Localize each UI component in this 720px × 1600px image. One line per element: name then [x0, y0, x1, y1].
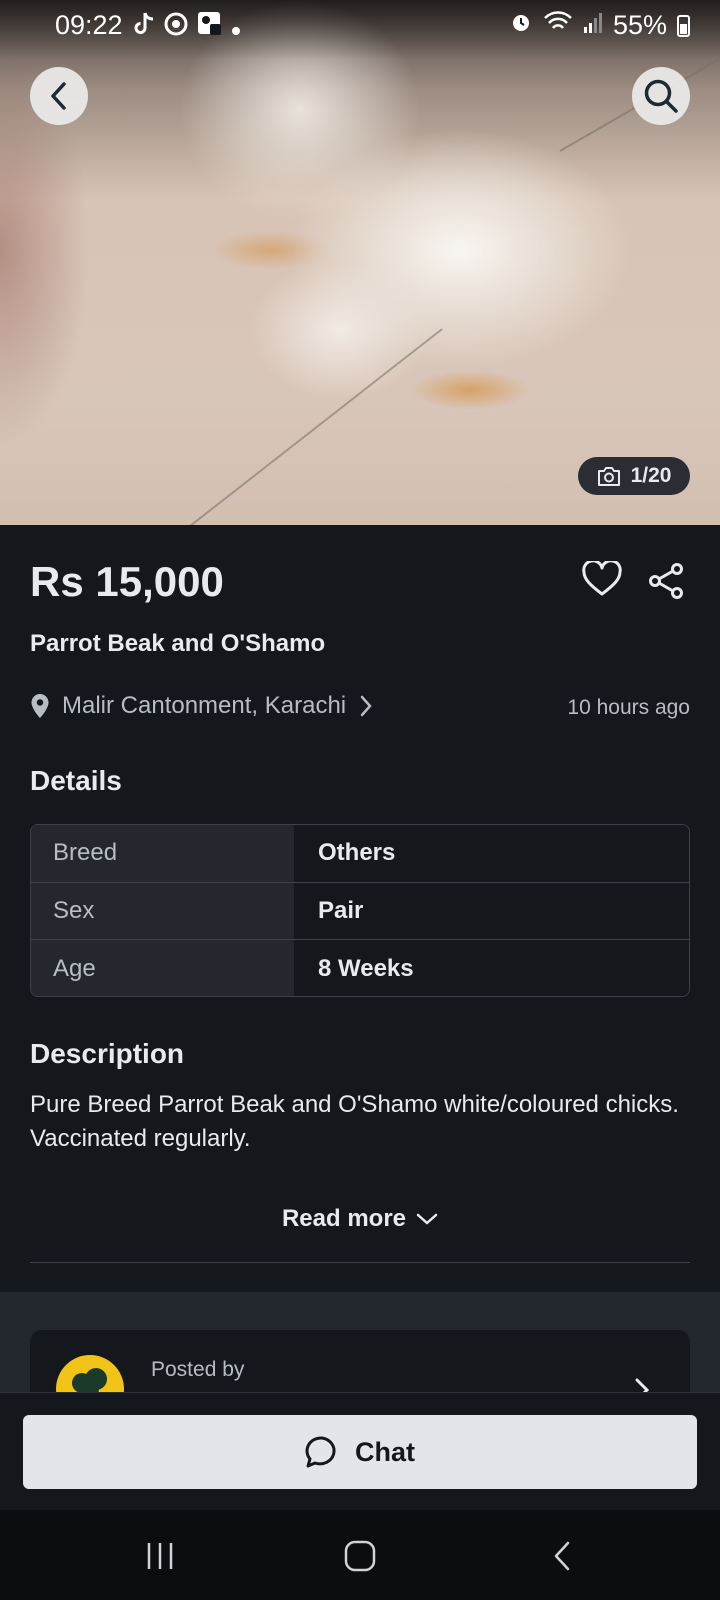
location-link[interactable]: Malir Cantonment, Karachi — [30, 692, 374, 720]
favorite-button[interactable] — [582, 559, 622, 602]
listing-price: Rs 15,000 — [30, 558, 224, 605]
floor-line — [189, 328, 443, 525]
listing-title: Parrot Beak and O'Shamo — [30, 630, 326, 657]
chat-bubble-icon — [305, 1436, 336, 1468]
sync-icon — [163, 11, 189, 44]
details-key: Sex — [31, 882, 294, 940]
details-value: Pair — [294, 882, 689, 940]
search-icon — [644, 79, 678, 113]
seller-card[interactable]: Posted by — [30, 1330, 690, 1400]
photo-counter: 1/20 — [578, 457, 690, 495]
wifi-icon — [543, 10, 573, 41]
nav-back-button[interactable] — [532, 1534, 592, 1578]
chat-button[interactable]: Chat — [23, 1415, 697, 1489]
details-key: Breed — [31, 825, 294, 882]
description-line: Vaccinated regularly. — [30, 1125, 251, 1152]
signal-icon — [583, 10, 603, 41]
chevron-right-icon — [360, 695, 372, 717]
share-icon — [649, 563, 683, 599]
profile-app-icon — [197, 11, 223, 44]
dot-icon — [231, 12, 241, 43]
details-row-breed: Breed Others — [31, 825, 689, 883]
recent-apps-icon — [147, 1543, 173, 1569]
details-key: Age — [31, 940, 294, 996]
status-right: 55% — [509, 10, 690, 41]
description-heading: Description — [30, 1038, 185, 1069]
back-button[interactable] — [30, 67, 88, 125]
posted-by-label: Posted by — [151, 1358, 245, 1381]
camera-icon — [597, 467, 620, 486]
system-nav-bar — [0, 1510, 720, 1600]
location-pin-icon — [31, 694, 49, 718]
chat-button-label: Chat — [355, 1436, 415, 1467]
recent-apps-button[interactable] — [130, 1534, 190, 1578]
read-more-button[interactable]: Read more — [0, 1205, 720, 1233]
description-text: Pure Breed Parrot Beak and O'Shamo white… — [30, 1088, 690, 1156]
share-button[interactable] — [649, 563, 685, 604]
chevron-down-icon — [416, 1213, 438, 1225]
home-button[interactable] — [330, 1534, 390, 1578]
details-value: Others — [294, 825, 689, 882]
status-time: 09:22 — [55, 10, 123, 40]
battery-icon — [677, 14, 690, 37]
description-line: Pure Breed Parrot Beak and O'Shamo white… — [30, 1091, 679, 1118]
read-more-label: Read more — [281, 1205, 407, 1232]
alarm-icon — [509, 10, 533, 41]
search-button[interactable] — [632, 67, 690, 125]
heart-icon — [582, 559, 622, 596]
status-bar: 09:22 55% — [0, 0, 720, 52]
location-text: Malir Cantonment, Karachi — [62, 692, 347, 719]
details-table: Breed Others Sex Pair Age 8 Weeks — [30, 824, 690, 997]
divider — [30, 1262, 690, 1263]
tiktok-icon — [133, 11, 155, 44]
back-icon — [51, 82, 66, 110]
listing-photo[interactable] — [0, 0, 720, 525]
posted-time: 10 hours ago — [567, 696, 690, 719]
photo-counter-text: 1/20 — [630, 464, 672, 487]
details-heading: Details — [30, 765, 122, 796]
details-value: 8 Weeks — [294, 940, 689, 996]
nav-back-icon — [554, 1541, 570, 1571]
home-icon — [344, 1540, 376, 1572]
details-row-sex: Sex Pair — [31, 882, 689, 941]
battery-percent: 55% — [612, 10, 667, 40]
details-row-age: Age 8 Weeks — [31, 940, 689, 996]
notification-icons — [133, 11, 241, 44]
